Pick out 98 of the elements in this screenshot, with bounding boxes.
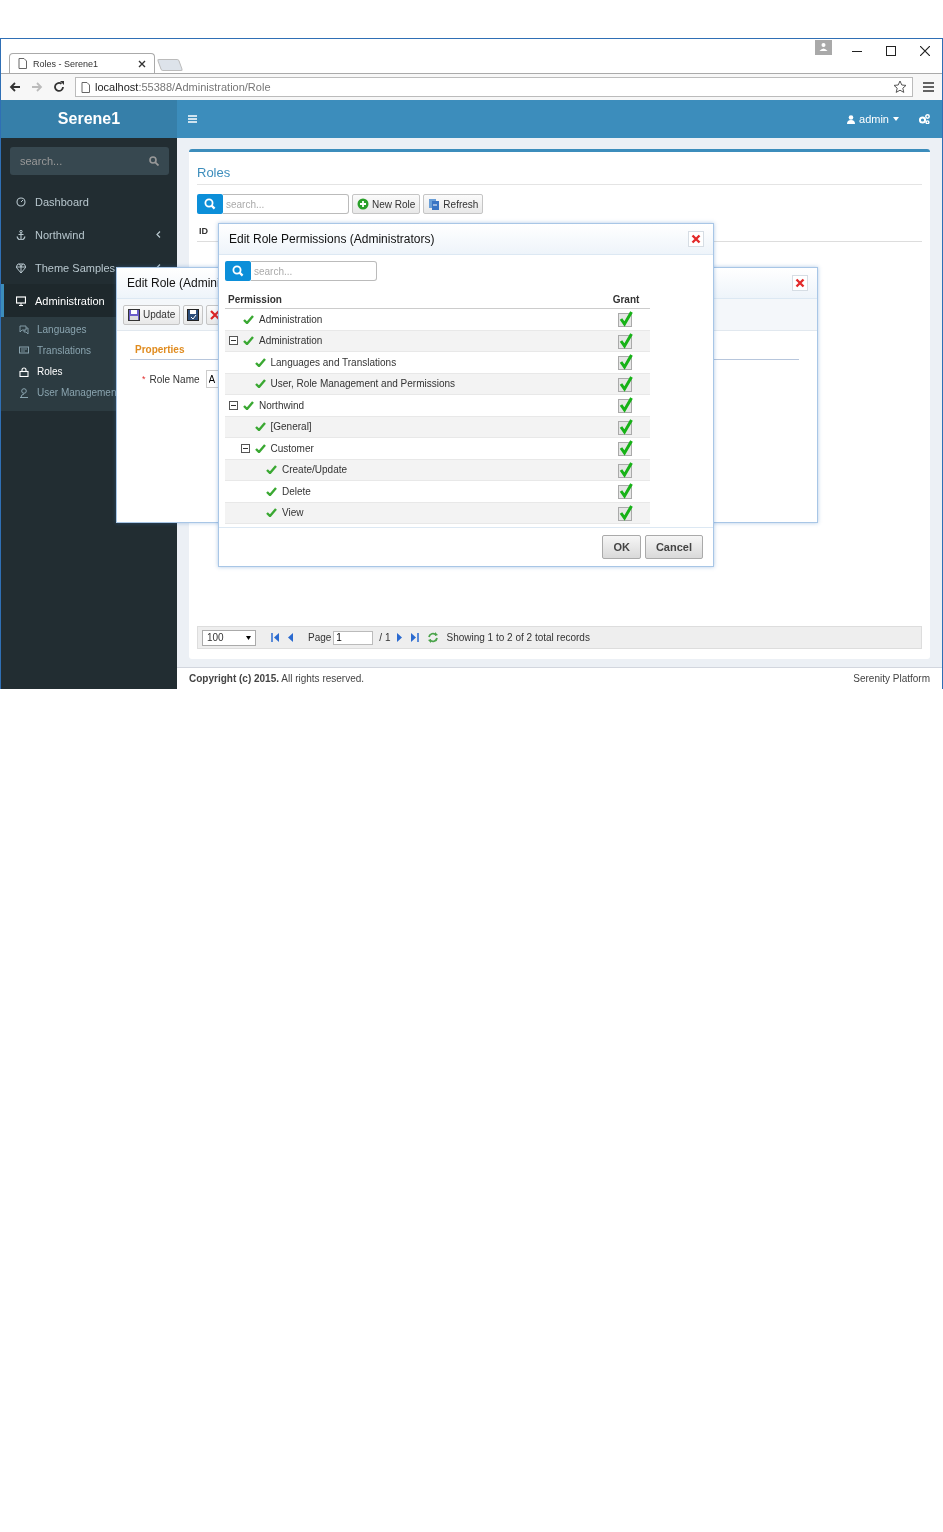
save-icon	[187, 308, 200, 321]
checkbox[interactable]	[618, 483, 634, 500]
dashboard-icon	[16, 196, 26, 207]
close-icon	[210, 309, 221, 320]
permission-name: Administration	[259, 313, 323, 325]
checkbox[interactable]	[618, 440, 634, 457]
menu-icon[interactable]	[923, 82, 934, 92]
maximize-icon[interactable]	[886, 46, 896, 56]
submenu-item[interactable]: User Managemen	[1, 382, 177, 403]
browser-tab[interactable]: Roles - Serene1	[9, 53, 155, 73]
column-header[interactable]: ID	[197, 224, 210, 241]
next-page-icon[interactable]	[397, 633, 403, 642]
search-icon[interactable]	[149, 156, 159, 166]
search-field[interactable]: search...	[251, 261, 377, 281]
check-icon	[243, 314, 254, 324]
star-icon[interactable]	[893, 80, 907, 94]
permission-name: User, Role Management and Permissions	[270, 378, 456, 390]
checkbox[interactable]	[618, 332, 634, 349]
page-icon	[18, 58, 27, 69]
permission-name: Delete	[282, 485, 311, 497]
url-text: localhost:55388/Administration/Role	[95, 81, 271, 93]
page-field[interactable]: 1	[333, 630, 374, 645]
pager-status: Showing 1 to 2 of 2 total records	[446, 632, 590, 643]
check-icon	[266, 465, 277, 475]
copyright-text: Copyright (c) 2015. All rights reserved.	[189, 673, 365, 684]
check-icon	[243, 400, 254, 410]
user-icon[interactable]	[815, 40, 832, 55]
caret-icon	[246, 635, 251, 640]
page-title: Roles	[197, 152, 922, 185]
close-icon[interactable]	[138, 59, 146, 68]
check-icon	[254, 443, 266, 453]
check-icon	[254, 422, 266, 432]
close-icon[interactable]	[920, 46, 930, 56]
user-menu[interactable]: admin	[847, 113, 899, 125]
collapse-icon[interactable]	[240, 443, 250, 453]
permission-name: Northwind	[259, 399, 305, 411]
check-icon	[266, 508, 277, 518]
checkbox[interactable]	[618, 311, 634, 328]
required-mark: *	[142, 374, 146, 384]
diamond-icon	[16, 262, 26, 273]
plus-icon	[357, 198, 369, 210]
platform-text: Serenity Platform	[853, 673, 930, 684]
checkbox[interactable]	[618, 461, 634, 478]
check-icon	[254, 357, 266, 367]
user-icon	[847, 114, 856, 124]
previous-page-icon[interactable]	[288, 633, 293, 642]
message-icon	[19, 345, 29, 356]
page-total: / 1	[379, 632, 391, 643]
back-icon[interactable]	[9, 81, 21, 93]
lock-icon	[19, 366, 29, 377]
checkbox[interactable]	[618, 418, 634, 435]
column-header[interactable]: Permission	[225, 294, 602, 305]
permission-name: Customer	[270, 442, 314, 454]
checkbox[interactable]	[618, 354, 634, 371]
checkbox[interactable]	[618, 504, 634, 521]
address-field[interactable]: localhost:55388/Administration/Role	[75, 77, 913, 97]
checkbox[interactable]	[618, 375, 634, 392]
reload-icon[interactable]	[53, 81, 65, 93]
monitor-icon	[16, 295, 26, 306]
settings-icon[interactable]	[919, 114, 930, 124]
permission-name: View	[282, 507, 304, 519]
menu-item[interactable]: Dashboard	[1, 185, 177, 218]
caret-icon	[893, 117, 899, 121]
search-button[interactable]	[197, 194, 223, 214]
permission-name: Administration	[259, 335, 323, 347]
check-icon	[254, 379, 266, 389]
refresh-icon[interactable]	[427, 632, 440, 643]
page-size-select[interactable]: 100	[202, 629, 256, 646]
add-button[interactable]: New Role	[352, 194, 421, 214]
check-icon	[243, 336, 254, 346]
app-logo[interactable]: Serene1	[1, 100, 177, 138]
permission-name: Create/Update	[282, 464, 348, 476]
last-page-icon[interactable]	[410, 633, 420, 642]
field-label: Role Name	[149, 373, 200, 385]
menu-item[interactable]: Northwind	[1, 218, 177, 251]
collapse-icon[interactable]	[229, 400, 238, 410]
checkbox[interactable]	[618, 397, 634, 414]
dialog-title: Edit Role Permissions (Administrators)	[229, 232, 435, 246]
permission-name: Languages and Translations	[270, 356, 397, 368]
refresh-button[interactable]: Refresh	[423, 194, 484, 214]
column-header[interactable]: Grant	[602, 294, 650, 305]
save-icon	[128, 308, 140, 321]
permission-name: [General]	[270, 421, 312, 433]
anchor-icon	[16, 229, 26, 240]
page-label: Page	[308, 632, 332, 643]
save-button[interactable]	[183, 304, 204, 325]
cancel-button[interactable]: Cancel	[644, 535, 703, 559]
first-page-icon[interactable]	[271, 633, 280, 642]
refresh-icon	[428, 198, 441, 210]
update-button[interactable]: Update	[123, 304, 181, 325]
collapse-icon[interactable]	[229, 336, 238, 346]
check-icon	[266, 486, 277, 496]
search-field[interactable]: search...	[223, 194, 349, 214]
user-icon	[19, 387, 29, 398]
search-field[interactable]: search...	[10, 147, 169, 175]
page-icon	[81, 81, 90, 93]
ok-button[interactable]: OK	[602, 535, 641, 559]
search-button[interactable]	[225, 261, 251, 281]
